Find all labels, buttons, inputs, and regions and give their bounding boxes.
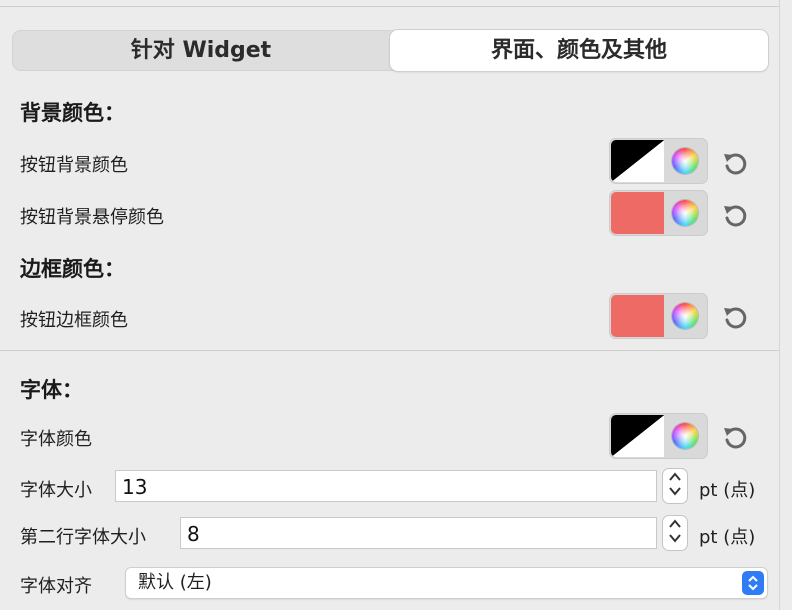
font-size-label: 字体大小	[20, 480, 92, 501]
button-bg-swatch[interactable]	[611, 140, 664, 182]
tab-interface-colors-other[interactable]: 界面、颜色及其他	[390, 30, 768, 71]
font-align-label: 字体对齐	[20, 576, 92, 597]
reset-icon[interactable]	[720, 302, 750, 332]
reset-icon[interactable]	[720, 200, 750, 230]
font-size-unit: pt (点)	[699, 480, 756, 501]
button-border-swatch[interactable]	[611, 295, 664, 337]
button-border-color-label: 按钮边框颜色	[20, 310, 128, 331]
stepper-arrows-icon	[669, 472, 681, 496]
right-edge	[779, 0, 780, 610]
stepper-arrows-icon	[669, 519, 681, 543]
top-divider	[0, 6, 780, 7]
tab-segmented-control: 针对 Widget 界面、颜色及其他	[12, 30, 768, 71]
reset-icon[interactable]	[720, 148, 750, 178]
button-bg-hover-swatch[interactable]	[611, 192, 664, 234]
button-border-color-well[interactable]	[609, 293, 708, 339]
font-color-swatch[interactable]	[611, 415, 664, 457]
background-colors-heading: 背景颜色：	[20, 101, 125, 125]
second-line-size-label: 第二行字体大小	[20, 527, 146, 548]
border-colors-heading: 边框颜色：	[20, 257, 125, 281]
button-bg-hover-color-label: 按钮背景悬停颜色	[20, 207, 164, 228]
button-bg-color-well[interactable]	[609, 138, 708, 184]
font-align-value: 默认 (左)	[138, 572, 212, 593]
font-size-stepper[interactable]	[662, 468, 688, 504]
button-bg-color-label: 按钮背景颜色	[20, 155, 128, 176]
font-size-input[interactable]: 13	[115, 470, 657, 502]
second-line-size-unit: pt (点)	[699, 527, 756, 548]
second-line-size-stepper[interactable]	[662, 515, 688, 551]
tab-widget[interactable]: 针对 Widget	[12, 30, 390, 71]
font-heading: 字体：	[20, 378, 83, 402]
section-divider	[0, 350, 780, 351]
color-wheel-icon[interactable]	[672, 200, 698, 226]
button-bg-hover-color-well[interactable]	[609, 190, 708, 236]
popup-chevrons-icon[interactable]	[742, 571, 764, 595]
font-color-label: 字体颜色	[20, 429, 92, 450]
second-line-size-input[interactable]: 8	[180, 517, 657, 549]
font-align-popup[interactable]: 默认 (左)	[125, 567, 768, 599]
reset-icon[interactable]	[720, 422, 750, 452]
color-wheel-icon[interactable]	[672, 303, 698, 329]
color-wheel-icon[interactable]	[672, 423, 698, 449]
color-wheel-icon[interactable]	[672, 148, 698, 174]
font-color-well[interactable]	[609, 413, 708, 459]
